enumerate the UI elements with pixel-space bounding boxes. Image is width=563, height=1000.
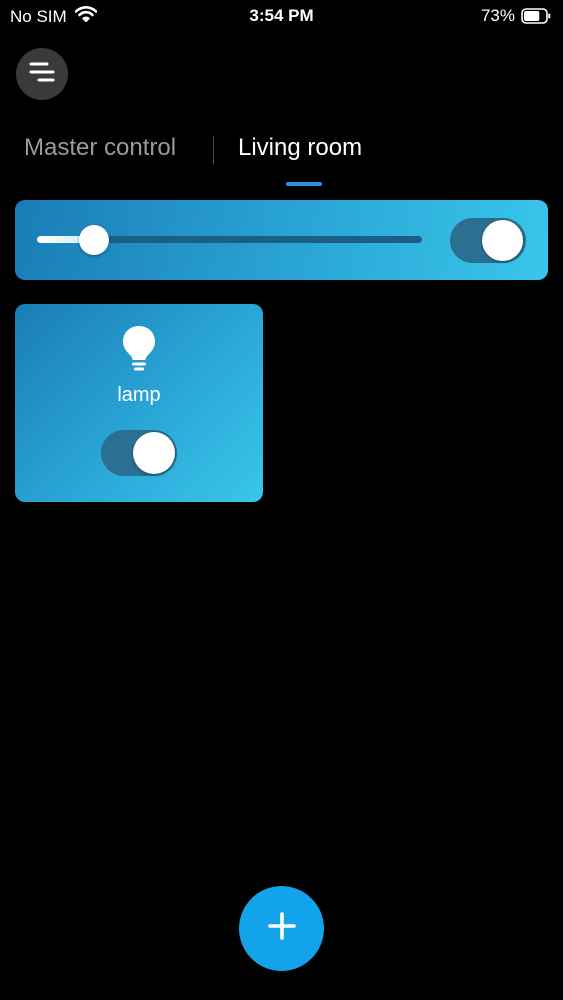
status-bar: No SIM 3:54 PM 73%	[0, 0, 563, 34]
master-power-toggle[interactable]	[450, 218, 526, 263]
device-name: lamp	[117, 384, 161, 406]
brightness-slider[interactable]	[37, 225, 422, 255]
device-card-lamp[interactable]: lamp	[15, 304, 263, 502]
tab-master-control[interactable]: Master control	[24, 134, 176, 162]
tab-divider	[213, 136, 214, 164]
app-screen: No SIM 3:54 PM 73% Master control Living…	[0, 0, 563, 1000]
toggle-knob	[482, 220, 523, 261]
status-right: 73%	[481, 6, 551, 26]
battery-icon	[521, 8, 551, 24]
active-tab-indicator	[286, 182, 322, 186]
clock: 3:54 PM	[249, 6, 314, 25]
brightness-slider-thumb[interactable]	[79, 225, 109, 255]
plus-icon	[267, 911, 297, 946]
toggle-knob	[133, 432, 175, 474]
menu-button[interactable]	[16, 48, 68, 100]
device-power-toggle[interactable]	[101, 430, 177, 476]
tab-living-room[interactable]: Living room	[238, 134, 362, 162]
menu-icon	[27, 59, 57, 90]
room-tabs: Master control Living room	[0, 130, 563, 190]
lightbulb-icon	[121, 324, 157, 372]
battery-percent: 73%	[480, 6, 515, 25]
add-device-button[interactable]	[239, 886, 324, 971]
master-control-card	[15, 200, 548, 280]
